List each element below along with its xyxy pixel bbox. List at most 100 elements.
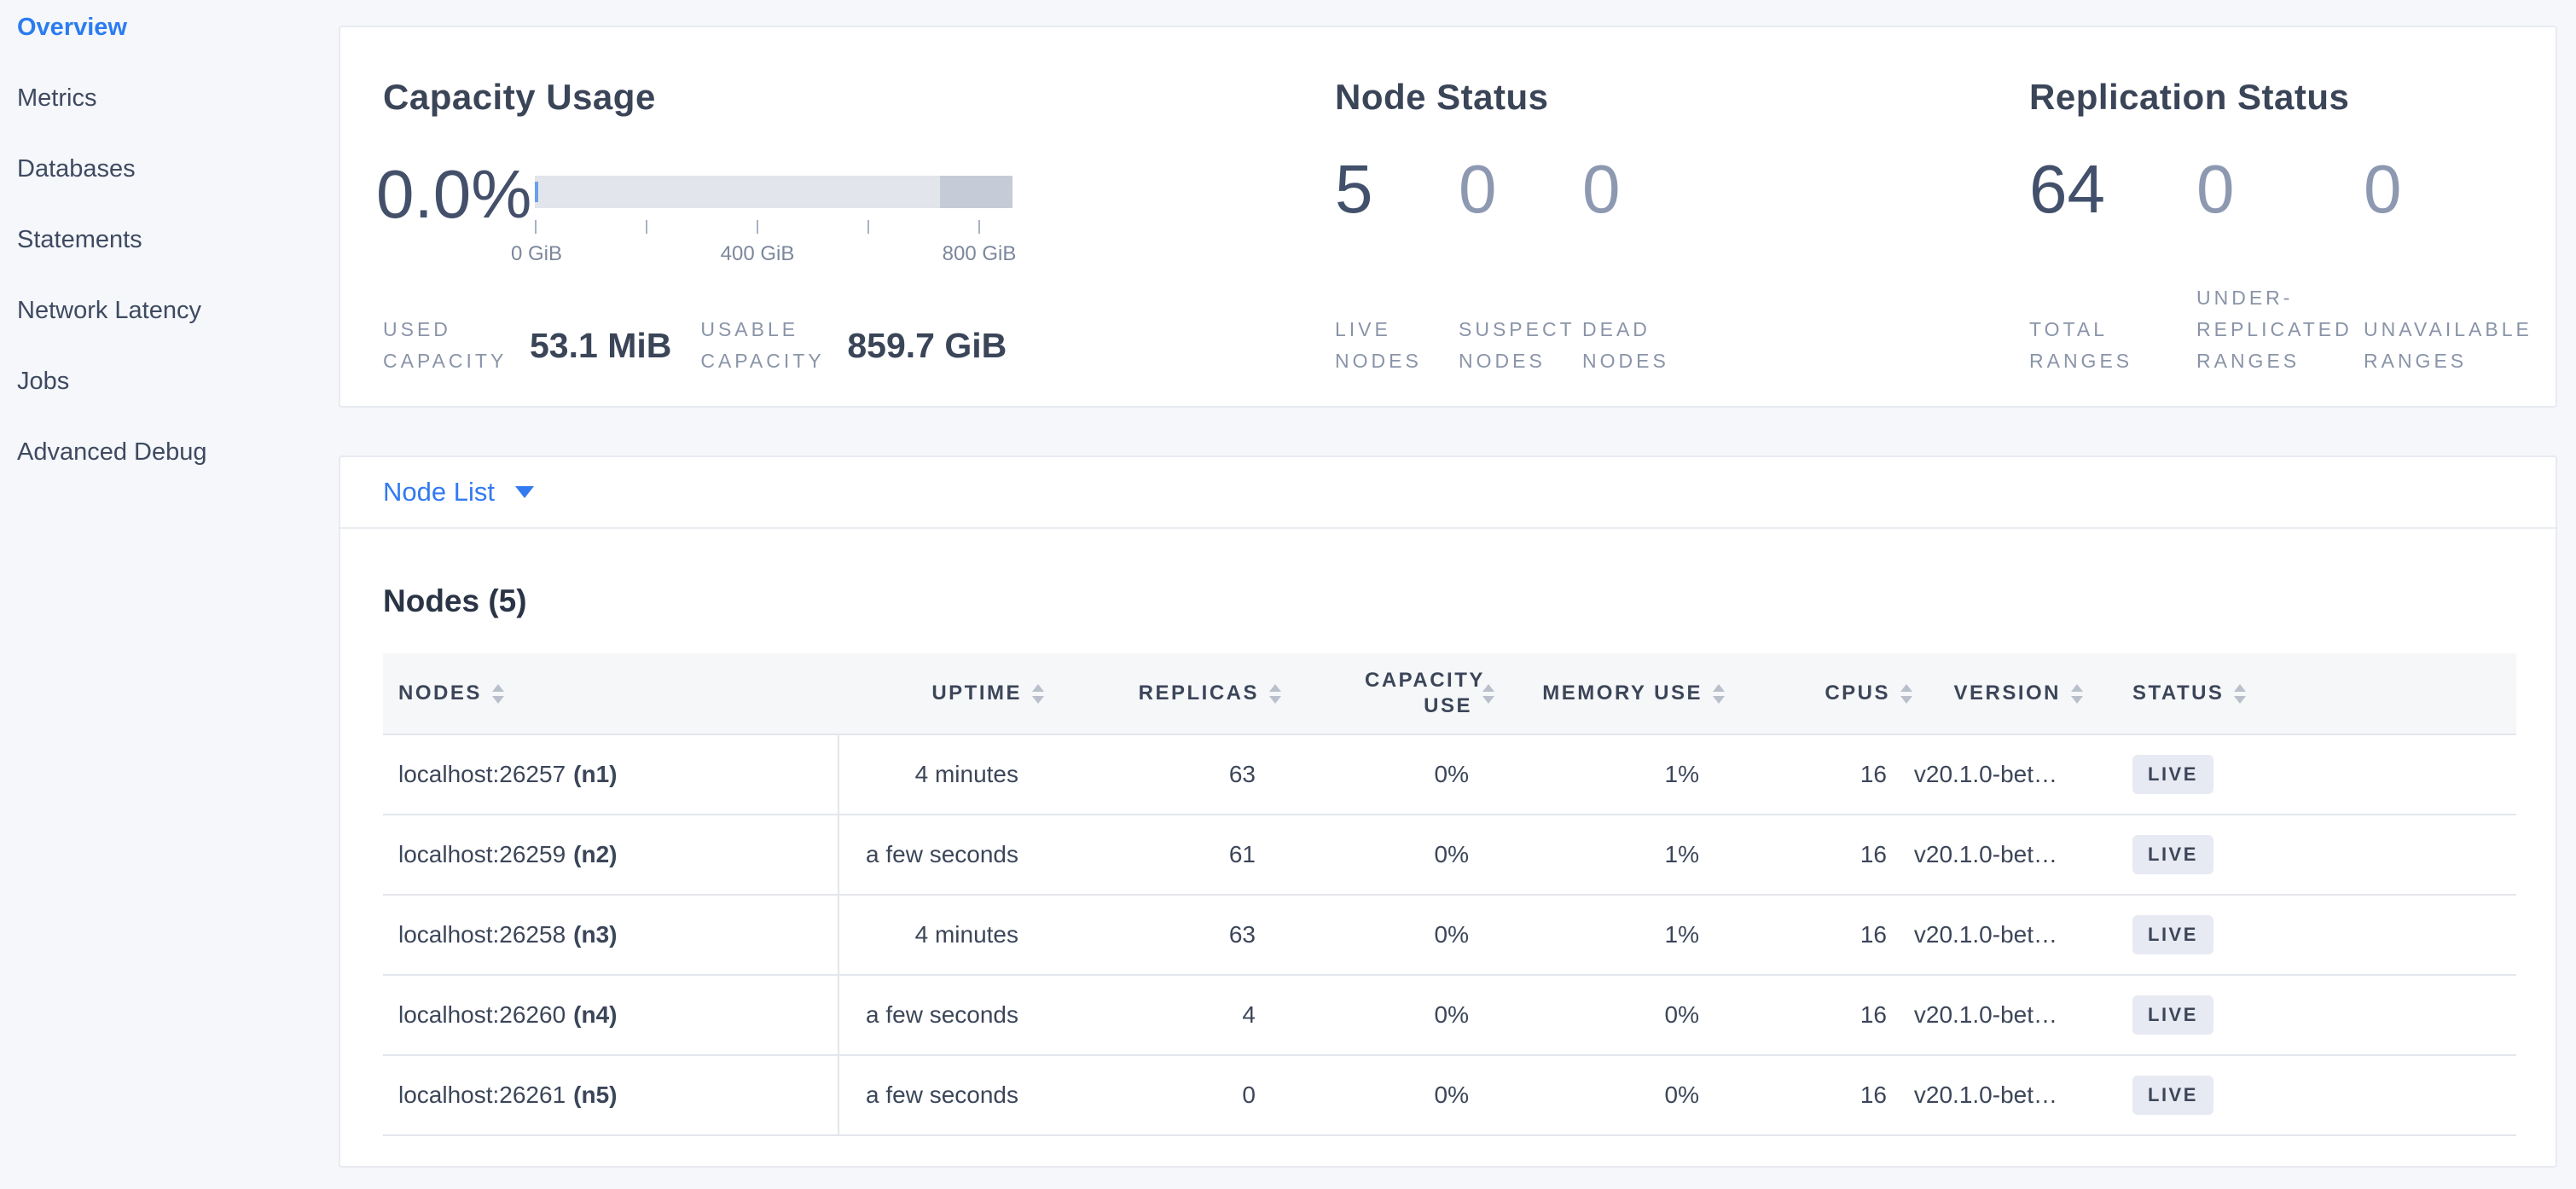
cpus-cell: 16 (1725, 1056, 1912, 1134)
column-label: STATUS (2132, 682, 2224, 705)
table-row: localhost:26261 (n5) a few seconds 0 0% … (383, 1056, 2516, 1136)
replication-stats: 64 TOTAL RANGES 0 UNDER-REPLICATED RANGE… (2029, 155, 2531, 377)
column-label: CAPACITY USE (1365, 668, 1472, 719)
capacity-use-cell: 0% (1281, 1056, 1494, 1134)
status-badge: LIVE (2132, 835, 2213, 874)
axis-tick (978, 220, 980, 234)
sidebar-item-overview[interactable]: Overview (0, 10, 339, 81)
column-header-memory-use[interactable]: MEMORY USE (1494, 653, 1725, 734)
sidebar-nav: Overview Metrics Databases Statements Ne… (0, 0, 339, 506)
status-cell: LIVE (2083, 896, 2516, 974)
cpus-cell: 16 (1725, 735, 1912, 814)
node-id: (n1) (573, 761, 617, 788)
column-header-status[interactable]: STATUS (2083, 653, 2516, 734)
column-header-uptime[interactable]: UPTIME (839, 653, 1044, 734)
live-nodes-value: 5 (1335, 155, 1459, 223)
column-label: MEMORY USE (1542, 682, 1703, 705)
sort-icon (2234, 684, 2246, 704)
memory-use-cell: 0% (1494, 976, 1725, 1054)
sidebar-item-statements[interactable]: Statements (0, 223, 339, 293)
sidebar-item-network-latency[interactable]: Network Latency (0, 293, 339, 364)
column-header-version[interactable]: VERSION (1912, 653, 2083, 734)
view-selector[interactable]: Node List (340, 457, 2556, 529)
suspect-nodes-value: 0 (1459, 155, 1582, 223)
replicas-cell: 63 (1044, 896, 1281, 974)
unavailable-ranges-label: UNAVAILABLE RANGES (2364, 314, 2531, 377)
dead-nodes-stat: 0 DEAD NODES (1582, 155, 1706, 377)
node-name-cell[interactable]: localhost:26260 (n4) (383, 976, 839, 1054)
column-label: CPUS (1825, 682, 1890, 705)
nodes-table-title: Nodes (5) (383, 583, 527, 619)
under-replicated-ranges-value: 0 (2196, 155, 2364, 223)
table-row: localhost:26259 (n2) a few seconds 61 0%… (383, 815, 2516, 896)
capacity-use-cell: 0% (1281, 815, 1494, 894)
unavailable-ranges-value: 0 (2364, 155, 2531, 223)
capacity-axis: 0 GiB 400 GiB 800 GiB (535, 215, 1012, 283)
axis-label-400: 400 GiB (721, 242, 795, 266)
column-header-cpus[interactable]: CPUS (1725, 653, 1912, 734)
status-badge: LIVE (2132, 1076, 2213, 1115)
total-ranges-value: 64 (2029, 155, 2196, 223)
table-row: localhost:26257 (n1) 4 minutes 63 0% 1% … (383, 735, 2516, 815)
replicas-cell: 61 (1044, 815, 1281, 894)
cluster-summary-card: Capacity Usage 0.0% 0 GiB 400 GiB 800 Gi… (339, 26, 2557, 408)
sort-icon (1900, 684, 1912, 704)
column-header-capacity-use[interactable]: CAPACITY USE (1281, 653, 1494, 734)
suspect-nodes-label: SUSPECT NODES (1459, 314, 1582, 377)
cpus-cell: 16 (1725, 896, 1912, 974)
capacity-use-cell: 0% (1281, 976, 1494, 1054)
axis-tick (757, 220, 758, 234)
node-name-cell[interactable]: localhost:26259 (n2) (383, 815, 839, 894)
column-header-replicas[interactable]: REPLICAS (1044, 653, 1281, 734)
column-label: NODES (398, 682, 482, 705)
cpus-cell: 16 (1725, 976, 1912, 1054)
live-nodes-stat: 5 LIVE NODES (1335, 155, 1459, 377)
usable-capacity-label: USABLE CAPACITY (700, 314, 847, 377)
node-status-title: Node Status (1335, 77, 1549, 118)
sort-icon (2071, 684, 2083, 704)
replicas-cell: 0 (1044, 1056, 1281, 1134)
memory-use-cell: 1% (1494, 815, 1725, 894)
replication-status-title: Replication Status (2029, 77, 2349, 118)
nodes-table-header: NODES UPTIME REPLICAS CAPACITY USE MEMOR… (383, 653, 2516, 735)
live-nodes-label: LIVE NODES (1335, 314, 1459, 377)
version-cell: v20.1.0-bet… (1912, 735, 2083, 814)
axis-tick (867, 220, 869, 234)
table-row: localhost:26260 (n4) a few seconds 4 0% … (383, 976, 2516, 1056)
column-header-nodes[interactable]: NODES (383, 653, 839, 734)
used-capacity-value: 53.1 MiB (530, 326, 671, 366)
node-id: (n2) (573, 841, 617, 868)
axis-tick (535, 220, 537, 234)
node-list-dropdown[interactable]: Node List (383, 477, 495, 508)
column-label: VERSION (1953, 682, 2061, 705)
sidebar-item-jobs[interactable]: Jobs (0, 364, 339, 435)
version-cell: v20.1.0-bet… (1912, 976, 2083, 1054)
under-replicated-ranges-label: UNDER-REPLICATED RANGES (2196, 282, 2364, 377)
axis-label-0: 0 GiB (511, 242, 562, 266)
under-replicated-ranges-stat: 0 UNDER-REPLICATED RANGES (2196, 155, 2364, 377)
axis-tick (646, 220, 647, 234)
cpus-cell: 16 (1725, 815, 1912, 894)
uptime-cell: a few seconds (839, 1056, 1044, 1134)
node-name-cell[interactable]: localhost:26261 (n5) (383, 1056, 839, 1134)
capacity-bar-used-marker (535, 182, 538, 202)
sidebar-item-databases[interactable]: Databases (0, 152, 339, 223)
suspect-nodes-stat: 0 SUSPECT NODES (1459, 155, 1582, 377)
version-cell: v20.1.0-bet… (1912, 896, 2083, 974)
node-name-cell[interactable]: localhost:26258 (n3) (383, 896, 839, 974)
node-list-card: Node List Nodes (5) NODES UPTIME REPLICA… (339, 455, 2557, 1168)
node-name-cell[interactable]: localhost:26257 (n1) (383, 735, 839, 814)
sort-icon (1482, 684, 1494, 704)
uptime-cell: 4 minutes (839, 896, 1044, 974)
node-address: localhost:26260 (398, 1001, 566, 1029)
uptime-cell: 4 minutes (839, 735, 1044, 814)
sort-icon (1269, 684, 1281, 704)
unavailable-ranges-stat: 0 UNAVAILABLE RANGES (2364, 155, 2531, 377)
usable-capacity-value: 859.7 GiB (847, 326, 1007, 366)
sidebar-item-metrics[interactable]: Metrics (0, 81, 339, 152)
status-cell: LIVE (2083, 1056, 2516, 1134)
capacity-used-percent: 0.0% (376, 155, 531, 234)
status-badge: LIVE (2132, 755, 2213, 794)
capacity-use-cell: 0% (1281, 896, 1494, 974)
sidebar-item-advanced-debug[interactable]: Advanced Debug (0, 435, 339, 506)
